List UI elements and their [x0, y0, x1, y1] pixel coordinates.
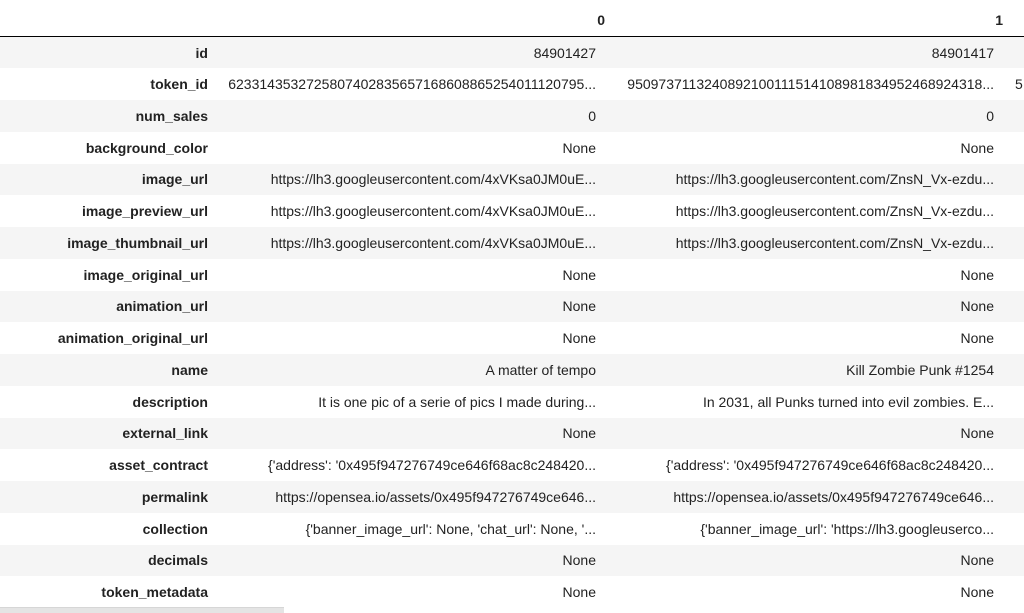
table-row: animation_original_url None None — [0, 322, 1024, 354]
table-cell — [1011, 195, 1024, 227]
column-header: 0 — [216, 4, 613, 37]
table-cell: https://lh3.googleusercontent.com/ZnsN_V… — [675, 171, 994, 188]
row-label: background_color — [85, 139, 208, 156]
row-label: decimals — [148, 552, 208, 569]
table-row: collection {'banner_image_url': None, 'c… — [0, 512, 1024, 545]
table-cell: https://lh3.googleusercontent.com/ZnsN_V… — [675, 203, 994, 220]
table-row: description It is one pic of a serie of … — [0, 385, 1024, 418]
table-cell: None — [562, 139, 596, 156]
table-cell: None — [960, 266, 994, 283]
row-label: num_sales — [135, 107, 208, 124]
table-cell — [1011, 545, 1024, 577]
table-cell: None — [562, 330, 596, 347]
table-row: token_metadata None None — [0, 576, 1024, 608]
table-cell: None — [960, 552, 994, 569]
table-cell: 6233143532725807402835657168608865254011… — [228, 76, 596, 93]
table-cell — [1011, 513, 1024, 545]
table-cell — [1011, 418, 1024, 450]
table-cell: https://lh3.googleusercontent.com/ZnsN_V… — [675, 234, 994, 251]
table-cell: 0 — [588, 107, 596, 124]
table-cell: {'address': '0x495f947276749ce646f68ac8c… — [666, 457, 994, 474]
table-cell: None — [562, 298, 596, 315]
table-cell: Kill Zombie Punk #1254 — [846, 361, 994, 378]
table-cell: {'banner_image_url': None, 'chat_url': N… — [305, 520, 596, 537]
column-header — [1011, 4, 1024, 37]
row-label: image_preview_url — [81, 203, 208, 220]
table-cell — [1011, 227, 1024, 259]
table-cell: 9509737113240892100111514108981834952468… — [627, 76, 994, 93]
table-cell: None — [562, 584, 596, 601]
row-label: token_id — [150, 76, 208, 93]
table-cell — [1011, 291, 1024, 323]
row-label: image_url — [141, 171, 208, 188]
table-cell: 84901427 — [533, 44, 596, 61]
table-cell: None — [562, 425, 596, 442]
table-cell — [1011, 164, 1024, 196]
table-row: decimals None None — [0, 544, 1024, 577]
table-row: animation_url None None — [0, 290, 1024, 323]
dataframe-output: 0 1 id 84901427 84901417 token_id 623314… — [0, 0, 1024, 613]
row-label: animation_url — [116, 298, 208, 315]
table-cell: None — [960, 330, 994, 347]
row-label: permalink — [141, 488, 208, 505]
table-cell: None — [960, 425, 994, 442]
table-cell — [1011, 449, 1024, 481]
table-cell — [1011, 259, 1024, 291]
index-header — [0, 4, 216, 37]
table-cell: https://lh3.googleusercontent.com/4xVKsa… — [270, 234, 596, 251]
table-row: image_thumbnail_url https://lh3.googleus… — [0, 227, 1024, 259]
table-row: id 84901427 84901417 — [0, 36, 1024, 69]
table-row: permalink https://opensea.io/assets/0x49… — [0, 481, 1024, 513]
table-cell: https://lh3.googleusercontent.com/4xVKsa… — [270, 203, 596, 220]
table-row: token_id 6233143532725807402835657168608… — [0, 68, 1024, 100]
row-label: description — [132, 393, 208, 410]
column-header: 1 — [613, 4, 1011, 37]
table-cell: None — [562, 552, 596, 569]
table-cell: https://lh3.googleusercontent.com/4xVKsa… — [270, 171, 596, 188]
table-cell — [1011, 322, 1024, 354]
table-cell — [1011, 576, 1024, 608]
table-cell: https://opensea.io/assets/0x495f94727674… — [275, 488, 596, 505]
table-cell: A matter of tempo — [485, 361, 597, 378]
row-label: animation_original_url — [57, 330, 208, 347]
table-row: background_color None None — [0, 131, 1024, 164]
table-cell: https://opensea.io/assets/0x495f94727674… — [673, 488, 994, 505]
table-row: external_link None None — [0, 417, 1024, 450]
row-label: image_original_url — [83, 266, 208, 283]
table-cell: 0 — [986, 107, 994, 124]
table-cell — [1011, 386, 1024, 418]
row-label: id — [195, 44, 208, 61]
table-cell: None — [960, 584, 994, 601]
table-row: image_original_url None None — [0, 258, 1024, 291]
dataframe-table: 0 1 id 84901427 84901417 token_id 623314… — [0, 4, 1024, 608]
table-cell: 5 — [1015, 76, 1023, 93]
table-cell — [1011, 100, 1024, 132]
table-row: image_preview_url https://lh3.googleuser… — [0, 195, 1024, 227]
table-cell: 84901417 — [931, 44, 994, 61]
row-label: external_link — [122, 425, 208, 442]
table-cell: {'banner_image_url': 'https://lh3.google… — [700, 520, 994, 537]
table-row: image_url https://lh3.googleusercontent.… — [0, 163, 1024, 196]
table-row: name A matter of tempo Kill Zombie Punk … — [0, 354, 1024, 386]
table-cell: None — [562, 266, 596, 283]
table-cell: None — [960, 139, 994, 156]
horizontal-scrollbar[interactable] — [0, 607, 284, 613]
table-cell — [1011, 481, 1024, 513]
table-cell — [1011, 37, 1024, 69]
row-label: collection — [142, 520, 208, 537]
table-cell: None — [960, 298, 994, 315]
table-cell: In 2031, all Punks turned into evil zomb… — [702, 393, 994, 410]
header-row: 0 1 — [0, 4, 1024, 37]
table-cell: It is one pic of a serie of pics I made … — [318, 393, 596, 410]
table-row: num_sales 0 0 — [0, 100, 1024, 132]
row-label: image_thumbnail_url — [67, 234, 208, 251]
row-label: asset_contract — [109, 457, 208, 474]
table-cell — [1011, 132, 1024, 164]
table-row: asset_contract {'address': '0x495f947276… — [0, 449, 1024, 481]
table-cell — [1011, 354, 1024, 386]
row-label: name — [171, 361, 208, 378]
table-cell: {'address': '0x495f947276749ce646f68ac8c… — [268, 457, 596, 474]
row-label: token_metadata — [101, 584, 208, 601]
